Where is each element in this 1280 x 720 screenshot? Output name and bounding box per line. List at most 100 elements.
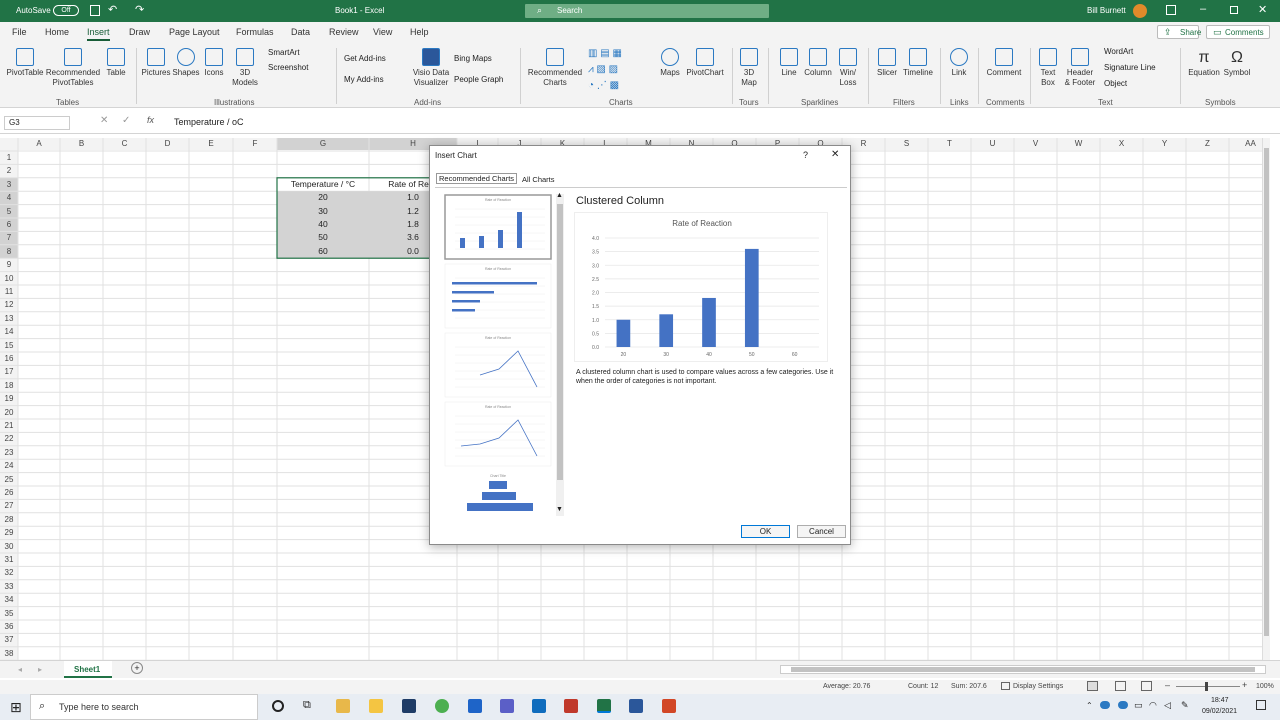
tab-insert[interactable]: Insert [87,27,110,41]
pen-icon[interactable]: ✎ [1181,700,1189,711]
tab-review[interactable]: Review [329,27,359,37]
tab-draw[interactable]: Draw [129,27,150,37]
link-button[interactable]: Link [946,48,972,78]
formula-input[interactable]: Temperature / oC [174,117,244,127]
row-header[interactable]: 22 [0,432,18,445]
row-header[interactable]: 8 [0,245,18,258]
pivottable-button[interactable]: PivotTable [6,48,44,78]
next-sheet-icon[interactable]: ▸ [38,665,42,674]
powerpoint-icon[interactable] [662,699,676,713]
sparkline-column-button[interactable]: Column [802,48,834,78]
zoom-level[interactable]: 100% [1256,683,1274,690]
normal-view-icon[interactable] [1087,681,1098,691]
recommended-charts-button[interactable]: Recommended Charts [526,48,584,88]
wifi-icon[interactable]: ◠ [1149,700,1157,711]
3d-models-button[interactable]: 3D Models [228,48,262,88]
cell-temperature[interactable]: 60 [277,245,369,258]
row-header[interactable]: 24 [0,459,18,472]
cell-header-temperature[interactable]: Temperature / °C [277,178,369,191]
row-header[interactable]: 19 [0,392,18,405]
excel-icon[interactable] [597,699,611,713]
3d-map-button[interactable]: 3D Map [736,48,762,88]
row-header[interactable]: 29 [0,526,18,539]
cell-temperature[interactable]: 40 [277,218,369,231]
column-header[interactable]: Y [1143,138,1186,150]
comments-button[interactable]: ▭ Comments [1206,25,1270,39]
share-button[interactable]: Share ⇪ [1157,25,1201,39]
header-footer-button[interactable]: Header & Footer [1062,48,1098,88]
cancel-button[interactable]: Cancel [797,525,846,538]
screenshot-button[interactable]: Screenshot [268,63,308,72]
row-header[interactable]: 21 [0,419,18,432]
row-header[interactable]: 26 [0,486,18,499]
lightroom-icon[interactable] [402,699,416,713]
show-hidden-icons[interactable]: ⌃ [1086,701,1093,710]
display-settings-button[interactable]: Display Settings [1013,683,1063,690]
row-header[interactable]: 6 [0,218,18,231]
row-header[interactable]: 33 [0,580,18,593]
cancel-entry-icon[interactable]: ✕ [100,115,108,126]
chart-types-gallery[interactable]: ▥ ▤ ▦ ⩘ ▧ ▨ ◔ ⋰ ▩ [588,46,648,94]
column-header[interactable]: U [971,138,1014,150]
minimize-icon[interactable]: – [1200,3,1206,15]
smartart-button[interactable]: SmartArt [268,48,300,57]
autosave-toggle[interactable]: Off [53,5,79,16]
row-header[interactable]: 25 [0,473,18,486]
teams-icon[interactable] [500,699,514,713]
cell-temperature[interactable]: 20 [277,191,369,204]
slicer-button[interactable]: Slicer [874,48,900,78]
row-header[interactable]: 31 [0,553,18,566]
vertical-scroll-thumb[interactable] [1264,148,1269,636]
row-header[interactable]: 28 [0,513,18,526]
scroll-up-icon[interactable]: ▲ [556,192,563,199]
column-header[interactable]: A [18,138,60,150]
recommended-pivottables-button[interactable]: Recommended PivotTables [44,48,102,88]
shapes-button[interactable]: Shapes [172,48,200,78]
column-header[interactable]: G [277,138,369,150]
zoom-slider[interactable] [1176,686,1240,687]
ribbon-display-icon[interactable] [1166,5,1176,15]
object-button[interactable]: Object [1104,79,1127,88]
row-header[interactable]: 23 [0,446,18,459]
dialog-close-button[interactable]: ✕ [831,149,839,160]
column-header[interactable]: Z [1186,138,1229,150]
scroll-down-icon[interactable]: ▼ [556,506,563,513]
horizontal-scrollbar[interactable] [780,665,1266,674]
chart-thumbnail-list[interactable]: Rate of Reaction Rate of Reaction Rate of … [443,194,555,518]
tab-formulas[interactable]: Formulas [236,27,274,37]
column-header[interactable]: C [103,138,146,150]
cell-temperature[interactable]: 50 [277,231,369,244]
dialog-help-button[interactable]: ? [803,150,808,160]
tab-help[interactable]: Help [410,27,429,37]
people-graph-button[interactable]: People Graph [454,75,503,84]
equation-button[interactable]: π Equation [1186,48,1222,78]
signature-line-button[interactable]: Signature Line [1104,63,1156,72]
outlook-icon[interactable] [532,699,546,713]
avatar[interactable] [1133,4,1147,18]
row-header[interactable]: 18 [0,379,18,392]
row-header[interactable]: 36 [0,620,18,633]
row-header[interactable]: 38 [0,647,18,660]
onedrive-icon[interactable] [1100,701,1110,709]
pictures-button[interactable]: Pictures [140,48,172,78]
close-icon[interactable]: ✕ [1258,3,1267,16]
cell-temperature[interactable]: 30 [277,205,369,218]
row-header[interactable]: 2 [0,164,18,177]
prev-sheet-icon[interactable]: ◂ [18,665,22,674]
row-header[interactable]: 20 [0,406,18,419]
name-box[interactable]: G3 [4,116,70,130]
zoom-slider-thumb[interactable] [1205,682,1208,691]
column-header[interactable]: D [146,138,189,150]
column-header[interactable]: B [60,138,103,150]
folder-icon[interactable] [369,699,383,713]
tab-home[interactable]: Home [45,27,69,37]
volume-icon[interactable]: ◁ [1164,700,1171,711]
row-header[interactable]: 7 [0,231,18,244]
clock-date[interactable]: 09/02/2021 [1202,708,1237,715]
column-header[interactable]: T [928,138,971,150]
add-sheet-icon[interactable]: + [131,662,143,674]
horizontal-scroll-thumb[interactable] [791,667,1255,672]
row-header[interactable]: 13 [0,312,18,325]
maximize-icon[interactable] [1230,6,1238,14]
zoom-in-icon[interactable]: + [1242,680,1247,690]
